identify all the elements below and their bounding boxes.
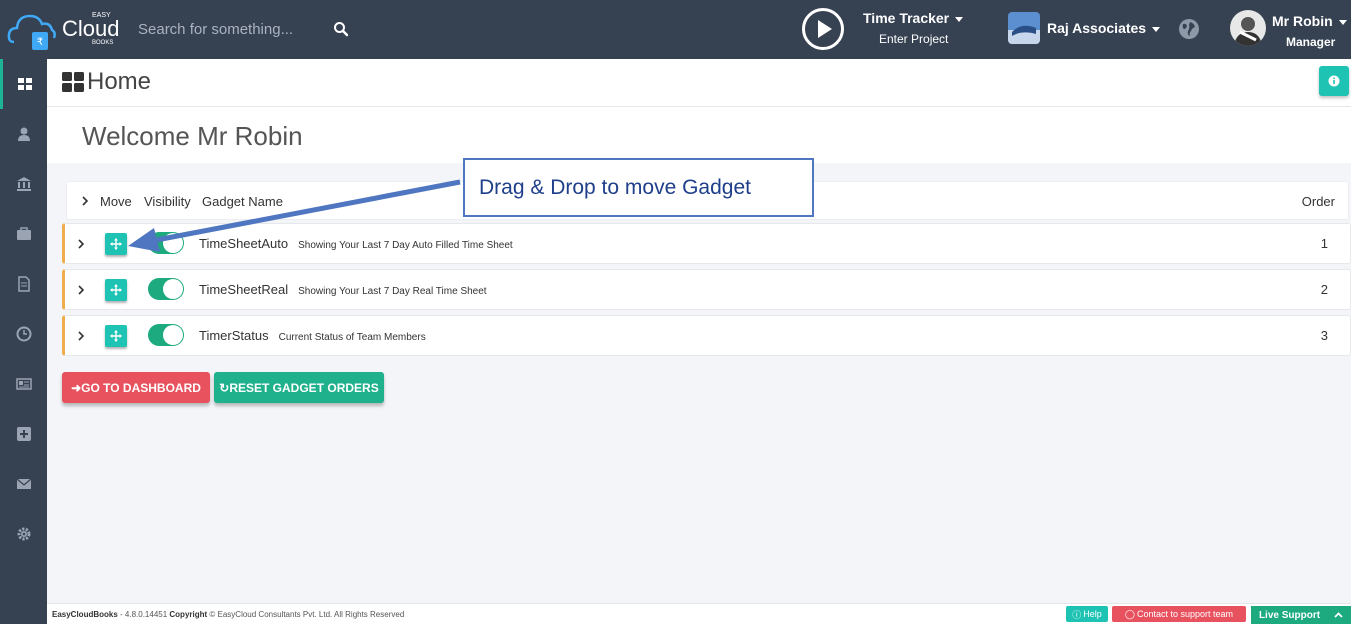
user-icon	[17, 127, 30, 141]
document-icon	[17, 276, 30, 292]
sidebar-item-add[interactable]	[0, 409, 47, 459]
gadget-description: Showing Your Last 7 Day Real Time Sheet	[298, 286, 487, 297]
search-icon[interactable]	[333, 21, 349, 37]
footer-product: EasyCloudBooks	[52, 610, 118, 619]
bank-icon	[16, 177, 31, 191]
plus-square-icon	[16, 427, 31, 441]
caret-down-icon	[1152, 26, 1161, 32]
sidebar-item-dashboard[interactable]	[0, 59, 47, 109]
gadget-name: TimeSheetReal Showing Your Last 7 Day Rea…	[199, 282, 487, 297]
gadget-description: Current Status of Team Members	[278, 332, 426, 343]
svg-text:BOOKS: BOOKS	[92, 40, 113, 46]
drag-drop-callout: Drag & Drop to move Gadget	[463, 158, 814, 217]
sidebar-item-mail[interactable]	[0, 459, 47, 509]
move-handle[interactable]	[105, 325, 127, 347]
footer-copyright: EasyCloudBooks - 4.8.0.14451 Copyright ©…	[52, 610, 404, 619]
dashboard-icon	[18, 78, 32, 90]
contact-support-label: Contact to support team	[1137, 609, 1234, 619]
time-tracker-dropdown[interactable]: Time Tracker	[863, 10, 964, 26]
user-name-label: Mr Robin	[1272, 13, 1333, 29]
footer-copyright-text: © EasyCloud Consultants Pvt. Ltd. All Ri…	[207, 610, 405, 619]
sidebar-item-briefcase[interactable]	[0, 209, 47, 259]
move-arrows-icon	[110, 284, 122, 296]
gadget-name: TimerStatus Current Status of Team Member…	[199, 328, 426, 343]
info-button[interactable]	[1319, 66, 1349, 96]
sidebar	[0, 59, 47, 624]
visibility-toggle[interactable]	[148, 324, 184, 346]
globe-icon[interactable]	[1178, 18, 1200, 40]
sidebar-item-clock[interactable]	[0, 309, 47, 359]
chevron-right-icon[interactable]	[76, 239, 86, 249]
user-role: Manager	[1286, 35, 1336, 49]
gadget-title: TimerStatus	[199, 328, 269, 343]
easycloudbooks-logo[interactable]: ₹ EASY Cloud BOOKS	[6, 4, 126, 52]
gadget-order: 2	[1320, 282, 1328, 297]
sidebar-item-user[interactable]	[0, 109, 47, 159]
toggle-knob	[163, 325, 183, 345]
reset-label: RESET GADGET ORDERS	[229, 380, 379, 395]
company-logo[interactable]	[1008, 12, 1040, 44]
reset-gadget-orders-button[interactable]: ↻RESET GADGET ORDERS	[214, 372, 384, 403]
user-dropdown[interactable]: Mr Robin	[1272, 13, 1347, 29]
chat-icon: ◯	[1124, 608, 1135, 619]
toggle-knob	[163, 279, 183, 299]
contact-support-button[interactable]: ◯ Contact to support team	[1112, 606, 1246, 622]
user-avatar[interactable]	[1230, 10, 1266, 46]
visibility-toggle[interactable]	[148, 278, 184, 300]
page-title: Home	[87, 68, 152, 95]
go-to-dashboard-label: GO TO DASHBOARD	[81, 380, 201, 395]
live-support-label: Live Support	[1258, 609, 1321, 621]
callout-arrow	[128, 179, 461, 252]
sidebar-item-settings[interactable]	[0, 509, 47, 559]
briefcase-icon	[16, 227, 31, 240]
live-support-button[interactable]: Live Support	[1251, 606, 1351, 624]
newspaper-icon	[15, 378, 32, 390]
chevron-up-icon	[1334, 612, 1343, 618]
sidebar-item-bank[interactable]	[0, 159, 47, 209]
search-box	[126, 12, 361, 46]
refresh-icon: ↻	[219, 380, 230, 395]
sidebar-item-newspaper[interactable]	[0, 359, 47, 409]
move-arrows-icon	[110, 330, 122, 342]
help-button[interactable]: ⓘ Help	[1066, 606, 1108, 622]
info-icon: ⓘ	[1072, 609, 1082, 620]
clock-icon	[16, 326, 31, 342]
chevron-right-icon[interactable]	[80, 196, 90, 206]
help-label: Help	[1083, 609, 1102, 619]
go-to-dashboard-button[interactable]: ➜GO TO DASHBOARD	[62, 372, 210, 403]
gadget-order: 3	[1320, 328, 1328, 343]
caret-down-icon	[1338, 19, 1347, 25]
gadget-title: TimeSheetReal	[199, 282, 289, 297]
envelope-icon	[16, 478, 31, 489]
enter-project-link[interactable]: Enter Project	[879, 32, 948, 46]
gadget-order: 1	[1320, 236, 1328, 251]
svg-text:Cloud: Cloud	[62, 16, 119, 41]
caret-down-icon	[955, 16, 964, 22]
dashboard-icon	[62, 72, 84, 92]
gear-icon	[17, 527, 30, 541]
chevron-right-icon[interactable]	[76, 331, 86, 341]
page-header	[47, 59, 1351, 107]
search-input[interactable]	[126, 12, 361, 46]
chevron-right-icon[interactable]	[76, 285, 86, 295]
footer-version: - 4.8.0.14451	[117, 610, 170, 619]
table-row[interactable]: TimeSheetReal Showing Your Last 7 Day Rea…	[62, 269, 1351, 310]
move-handle[interactable]	[105, 279, 127, 301]
welcome-message: Welcome Mr Robin	[82, 121, 303, 151]
svg-text:₹: ₹	[37, 37, 43, 48]
play-icon[interactable]	[801, 7, 845, 51]
time-tracker-label: Time Tracker	[863, 10, 950, 26]
company-name-label: Raj Associates	[1047, 20, 1147, 36]
footer-copyright-label: Copyright	[169, 610, 208, 619]
header-order: Order	[1301, 194, 1335, 209]
info-icon	[1328, 75, 1340, 87]
company-dropdown[interactable]: Raj Associates	[1047, 20, 1161, 36]
arrow-left-icon: ➜	[71, 380, 82, 395]
table-row[interactable]: TimerStatus Current Status of Team Member…	[62, 315, 1351, 356]
sidebar-item-document[interactable]	[0, 259, 47, 309]
